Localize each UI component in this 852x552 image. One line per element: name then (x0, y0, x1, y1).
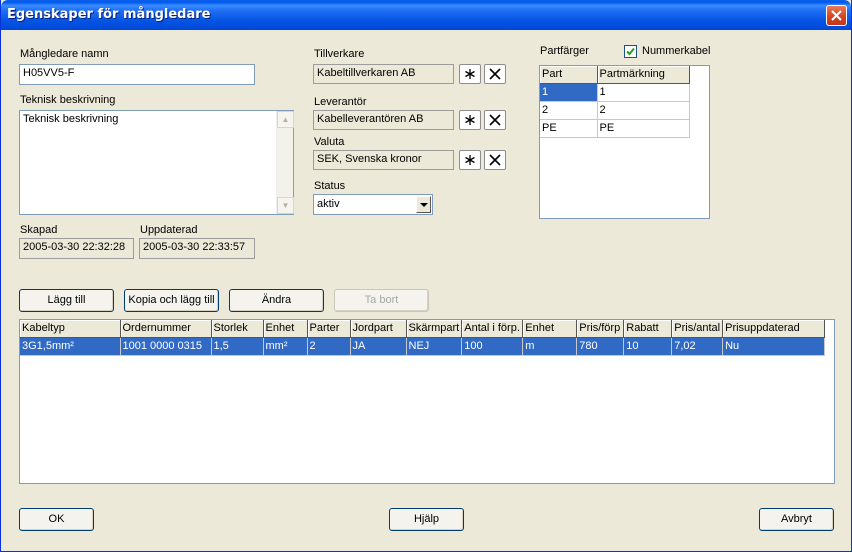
parts-cell[interactable]: 1 (597, 83, 690, 102)
col-header[interactable]: Jordpart (350, 320, 407, 338)
parts-header-part[interactable]: Part (540, 66, 598, 84)
name-input[interactable]: H05VV5-F (19, 64, 255, 85)
parts-cell[interactable]: PE (540, 119, 598, 138)
col-header[interactable]: Ordernummer (120, 320, 212, 338)
parts-cell[interactable]: 2 (597, 101, 690, 120)
cable-cell: Nu (722, 337, 826, 356)
chevron-down-icon[interactable] (416, 196, 431, 213)
copy-add-button[interactable]: Kopia och lägg till (124, 289, 219, 312)
col-header[interactable]: Antal i förp. (461, 320, 524, 338)
updated-field: 2005-03-30 22:33:57 (139, 238, 255, 259)
col-header[interactable]: Rabatt (623, 320, 673, 338)
col-header[interactable]: Parter (307, 320, 351, 338)
parts-table: Part Partmärkning 1 1 2 2 PE PE (540, 66, 690, 138)
parts-header-marking[interactable]: Partmärkning (597, 66, 690, 84)
col-header[interactable]: Prisuppdaterad (722, 320, 826, 338)
cable-cell: 100 (461, 337, 524, 356)
supplier-field: Kabelleverantören AB (313, 110, 454, 130)
asterisk-icon (465, 115, 475, 125)
status-select[interactable]: aktiv (313, 194, 433, 215)
asterisk-icon (465, 155, 475, 165)
cable-cell: m (522, 337, 578, 356)
parts-cell[interactable]: PE (597, 119, 690, 138)
tech-text: Teknisk beskrivning (23, 113, 119, 125)
col-header[interactable]: Kabeltyp (20, 320, 121, 338)
manufacturer-field: Kabeltillverkaren AB (313, 64, 454, 84)
cable-cell: 3G1,5mm² (20, 337, 121, 356)
created-field: 2005-03-30 22:32:28 (19, 238, 134, 259)
cable-cell: 7,02 (671, 337, 724, 356)
col-header[interactable]: Pris/antal (671, 320, 724, 338)
tech-textarea[interactable]: Teknisk beskrivning ▲ ▼ (19, 110, 294, 215)
cable-cell: 10 (623, 337, 673, 356)
name-label: Mångledare namn (20, 48, 109, 60)
cable-grid[interactable]: Kabeltyp Ordernummer Storlek Enhet Parte… (19, 319, 835, 484)
col-header[interactable]: Pris/förp (576, 320, 625, 338)
supplier-new-button[interactable] (459, 110, 481, 130)
currency-clear-button[interactable] (484, 150, 506, 170)
table-row[interactable]: 1 1 (540, 83, 690, 102)
parts-label: Partfärger (540, 45, 589, 57)
currency-new-button[interactable] (459, 150, 481, 170)
cancel-button[interactable]: Avbryt (759, 508, 834, 531)
tech-label: Teknisk beskrivning (20, 94, 116, 106)
parts-cell[interactable]: 1 (540, 83, 598, 102)
manufacturer-label: Tillverkare (314, 48, 365, 60)
window-title: Egenskaper för mångledare (7, 7, 211, 22)
cable-header-row: Kabeltyp Ordernummer Storlek Enhet Parte… (20, 320, 826, 338)
x-icon (489, 68, 501, 80)
delete-button[interactable]: Ta bort (334, 289, 429, 312)
updated-label: Uppdaterad (140, 224, 198, 236)
col-header[interactable]: Enhet (263, 320, 308, 338)
numbered-label: Nummerkabel (642, 45, 711, 57)
help-button[interactable]: Hjälp (389, 508, 464, 531)
col-header[interactable]: Skärmpart (406, 320, 463, 338)
table-row[interactable]: 2 2 (540, 101, 690, 120)
scroll-down-icon[interactable]: ▼ (277, 197, 294, 214)
supplier-clear-button[interactable] (484, 110, 506, 130)
manufacturer-clear-button[interactable] (484, 64, 506, 84)
x-icon (489, 114, 501, 126)
close-icon (831, 10, 842, 21)
cable-cell: JA (350, 337, 407, 356)
close-button[interactable] (826, 5, 847, 26)
parts-grid[interactable]: Part Partmärkning 1 1 2 2 PE PE (539, 65, 710, 219)
cable-table: Kabeltyp Ordernummer Storlek Enhet Parte… (20, 320, 826, 356)
ok-button[interactable]: OK (19, 508, 94, 531)
status-value: aktiv (317, 198, 340, 210)
properties-dialog: Egenskaper för mångledare Mångledare nam… (0, 0, 852, 552)
asterisk-icon (465, 69, 475, 79)
col-header[interactable]: Enhet (522, 320, 578, 338)
change-button[interactable]: Ändra (229, 289, 324, 312)
title-bar[interactable]: Egenskaper för mångledare (1, 0, 851, 30)
numbered-checkbox[interactable] (624, 45, 637, 58)
cable-cell: mm² (263, 337, 308, 356)
parts-cell[interactable]: 2 (540, 101, 598, 120)
table-row[interactable]: 3G1,5mm² 1001 0000 0315 1,5 mm² 2 JA NEJ… (20, 337, 826, 356)
cable-cell: NEJ (406, 337, 463, 356)
cable-cell: 1001 0000 0315 (120, 337, 212, 356)
checkmark-icon (626, 47, 635, 56)
created-label: Skapad (20, 224, 58, 236)
supplier-label: Leverantör (314, 96, 367, 108)
currency-field: SEK, Svenska kronor (313, 150, 454, 170)
status-label: Status (314, 180, 346, 192)
table-row[interactable]: PE PE (540, 119, 690, 138)
x-icon (489, 154, 501, 166)
cable-cell: 2 (307, 337, 351, 356)
manufacturer-new-button[interactable] (459, 64, 481, 84)
cable-cell: 1,5 (211, 337, 264, 356)
currency-label: Valuta (314, 136, 345, 148)
cable-cell: 780 (576, 337, 625, 356)
scroll-up-icon[interactable]: ▲ (277, 111, 294, 128)
col-header[interactable]: Storlek (211, 320, 264, 338)
tech-scrollbar[interactable]: ▲ ▼ (276, 111, 294, 214)
add-button[interactable]: Lägg till (19, 289, 114, 312)
